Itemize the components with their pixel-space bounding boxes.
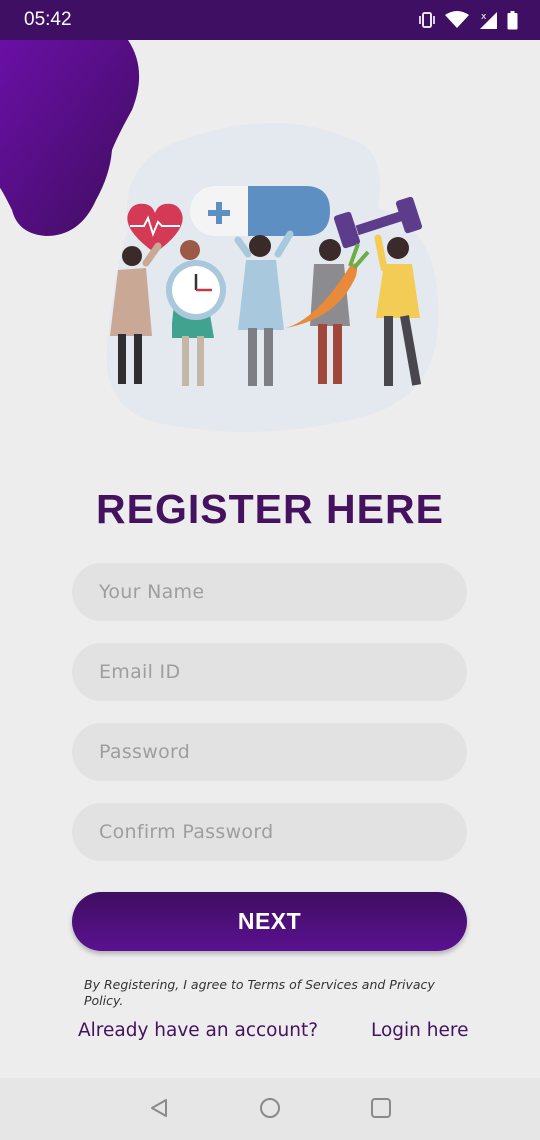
have-account-text: Already have an account? [78,1020,319,1041]
vibrate-icon [418,11,436,29]
password-field[interactable] [72,723,467,781]
email-field[interactable] [72,643,467,701]
login-link[interactable]: Login here [371,1020,468,1041]
name-field[interactable] [72,563,467,621]
next-button[interactable]: NEXT [72,892,467,951]
back-icon[interactable] [148,1097,170,1119]
wifi-icon [445,11,469,29]
navigation-bar [0,1078,540,1140]
svg-text:x: x [481,12,487,22]
status-bar: 05:42 x [0,0,540,40]
status-icons: x [418,10,518,30]
hero-illustration [98,118,448,438]
status-time: 05:42 [24,9,72,30]
page-title: REGISTER HERE [96,486,444,532]
confirm-password-field[interactable] [72,803,467,861]
signal-icon: x [478,10,498,30]
recents-icon[interactable] [370,1097,392,1119]
battery-icon [507,10,518,30]
clock-icon [166,260,226,320]
terms-text: By Registering, I agree to Terms of Serv… [84,977,435,1008]
home-icon[interactable] [259,1097,281,1119]
